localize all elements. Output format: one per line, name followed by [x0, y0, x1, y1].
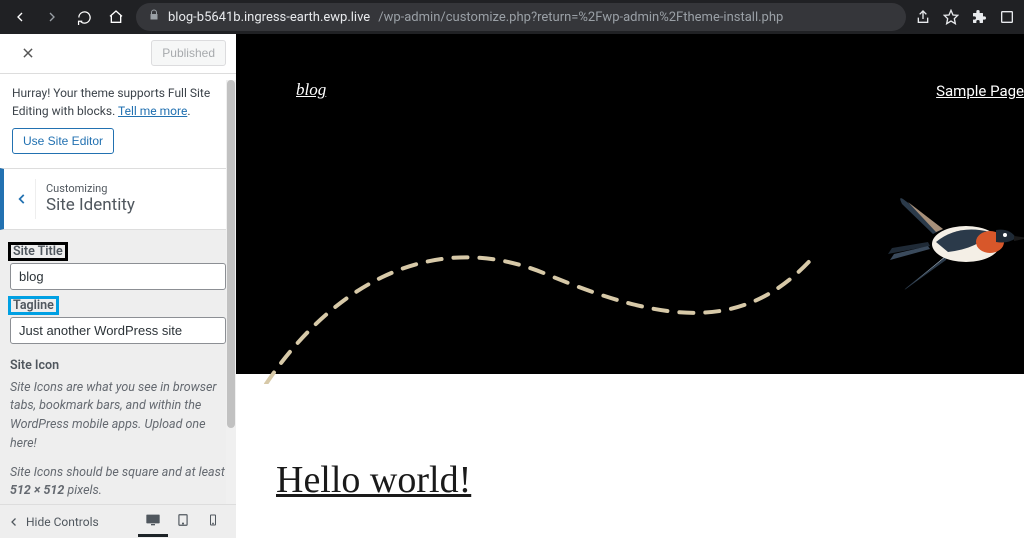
site-icon-heading: Site Icon: [10, 358, 226, 373]
sidebar-scrollbar-thumb[interactable]: [227, 80, 235, 428]
controls-area: Site Title Tagline Site Icon Site Icons …: [0, 230, 236, 538]
bird-graphic: [888, 194, 1024, 294]
nav-back-button[interactable]: [8, 5, 32, 29]
sidebar-header: Published: [0, 34, 236, 74]
device-tablet-button[interactable]: [168, 507, 198, 537]
browser-toolbar: blog-b5641b.ingress-earth.ewp.live/wp-ad…: [0, 0, 1024, 34]
preview-menu-item[interactable]: Sample Page: [936, 82, 1024, 100]
use-site-editor-button[interactable]: Use Site Editor: [12, 128, 114, 154]
browser-right-icons: [914, 8, 1016, 26]
site-preview: blog Sample Page: [236, 34, 1024, 538]
site-title-input[interactable]: [10, 263, 226, 290]
site-icon-desc-2: Site Icons should be square and at least…: [10, 464, 226, 502]
address-path: /wp-admin/customize.php?return=%2Fwp-adm…: [378, 10, 783, 25]
preview-post-title[interactable]: Hello world!: [276, 458, 471, 502]
publish-button[interactable]: Published: [151, 40, 226, 66]
star-icon[interactable]: [942, 8, 960, 26]
fse-notice: Hurray! Your theme supports Full Site Ed…: [0, 74, 236, 168]
tell-me-more-link[interactable]: Tell me more: [118, 104, 187, 118]
preview-site-title[interactable]: blog: [296, 80, 326, 100]
lock-icon: [148, 9, 160, 25]
address-domain: blog-b5641b.ingress-earth.ewp.live: [168, 10, 370, 25]
customizer-sidebar: Published Hurray! Your theme supports Fu…: [0, 34, 236, 538]
hide-controls-label: Hide Controls: [26, 515, 99, 529]
device-preview-group: [138, 507, 228, 537]
device-desktop-button[interactable]: [138, 507, 168, 537]
site-title-label: Site Title: [10, 244, 66, 259]
hide-controls-button[interactable]: Hide Controls: [8, 515, 99, 529]
tagline-input[interactable]: [10, 317, 226, 344]
panel-overline: Customizing: [46, 182, 135, 195]
close-customizer-button[interactable]: [10, 35, 46, 71]
site-icon-desc-1: Site Icons are what you see in browser t…: [10, 379, 226, 454]
nav-home-button[interactable]: [104, 5, 128, 29]
nav-forward-button[interactable]: [40, 5, 64, 29]
device-mobile-button[interactable]: [198, 507, 228, 537]
address-bar[interactable]: blog-b5641b.ingress-earth.ewp.live/wp-ad…: [136, 3, 906, 31]
extensions-icon[interactable]: [970, 8, 988, 26]
sidebar-footer: Hide Controls: [0, 504, 236, 538]
tagline-label: Tagline: [10, 298, 57, 313]
panel-title: Site Identity: [46, 195, 135, 215]
panel-header: Customizing Site Identity: [0, 168, 236, 230]
flight-trail-graphic: [246, 214, 836, 384]
share-icon[interactable]: [914, 8, 932, 26]
notice-post: .: [187, 104, 190, 118]
panel-back-button[interactable]: [8, 179, 36, 219]
nav-reload-button[interactable]: [72, 5, 96, 29]
account-icon[interactable]: [998, 8, 1016, 26]
sidebar-scrollbar[interactable]: [226, 80, 236, 504]
hero-section: blog Sample Page: [236, 34, 1024, 374]
